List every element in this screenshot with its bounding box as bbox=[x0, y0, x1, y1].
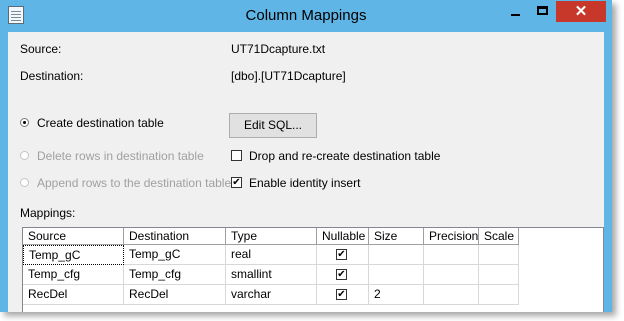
column-mappings-window: Column Mappings ✕ Source: UT71Dcapture.t… bbox=[0, 0, 612, 312]
create-table-radio[interactable] bbox=[20, 118, 29, 127]
column-header-nullable[interactable]: Nullable bbox=[317, 228, 369, 245]
drop-recreate-checkbox[interactable] bbox=[231, 150, 242, 161]
cell-precision[interactable] bbox=[424, 265, 479, 285]
cell-source[interactable]: RecDel bbox=[23, 285, 124, 305]
append-rows-radio[interactable] bbox=[20, 178, 29, 187]
cell-nullable[interactable]: ✔ bbox=[317, 265, 369, 285]
nullable-checkbox[interactable]: ✔ bbox=[336, 289, 347, 300]
destination-value: [dbo].[UT71Dcapture] bbox=[231, 69, 346, 83]
cell-destination[interactable]: Temp_gC bbox=[124, 245, 226, 265]
destination-label: Destination: bbox=[20, 69, 84, 83]
cell-scale[interactable] bbox=[479, 245, 519, 265]
delete-rows-label[interactable]: Delete rows in destination table bbox=[37, 149, 204, 163]
cell-scale[interactable] bbox=[479, 265, 519, 285]
close-button[interactable]: ✕ bbox=[556, 1, 606, 22]
source-label: Source: bbox=[20, 42, 62, 56]
cell-nullable[interactable]: ✔ bbox=[317, 245, 369, 265]
edit-sql-button[interactable]: Edit SQL... bbox=[229, 113, 317, 138]
cell-precision[interactable] bbox=[424, 285, 479, 305]
cell-type[interactable]: real bbox=[226, 245, 317, 265]
column-header-size[interactable]: Size bbox=[369, 228, 424, 245]
mappings-grid[interactable]: Source Destination Type Nullable Size Pr… bbox=[22, 227, 604, 312]
source-value: UT71Dcapture.txt bbox=[231, 42, 326, 56]
cell-nullable[interactable]: ✔ bbox=[317, 285, 369, 305]
cell-size[interactable] bbox=[369, 265, 424, 285]
cell-precision[interactable] bbox=[424, 245, 479, 265]
title-bar[interactable]: Column Mappings ✕ bbox=[0, 0, 612, 32]
nullable-checkbox[interactable]: ✔ bbox=[336, 269, 347, 280]
cell-size[interactable]: 2 bbox=[369, 285, 424, 305]
cell-scale[interactable] bbox=[479, 285, 519, 305]
minimize-button[interactable] bbox=[502, 1, 529, 22]
column-header-scale[interactable]: Scale bbox=[479, 228, 519, 245]
cell-type[interactable]: smallint bbox=[226, 265, 317, 285]
column-header-type[interactable]: Type bbox=[226, 228, 317, 245]
delete-rows-radio[interactable] bbox=[20, 151, 29, 160]
column-header-source[interactable]: Source bbox=[23, 228, 124, 245]
identity-insert-checkbox[interactable]: ✔ bbox=[231, 177, 242, 188]
cell-source[interactable]: Temp_gC bbox=[23, 245, 124, 265]
dialog-body: Source: UT71Dcapture.txt Destination: [d… bbox=[8, 32, 604, 312]
create-table-label[interactable]: Create destination table bbox=[37, 116, 164, 130]
mappings-label: Mappings: bbox=[20, 206, 76, 220]
cell-destination[interactable]: RecDel bbox=[124, 285, 226, 305]
cell-destination[interactable]: Temp_cfg bbox=[124, 265, 226, 285]
maximize-button[interactable] bbox=[529, 1, 556, 22]
column-header-destination[interactable]: Destination bbox=[124, 228, 226, 245]
identity-insert-label[interactable]: Enable identity insert bbox=[249, 176, 360, 190]
drop-recreate-label[interactable]: Drop and re-create destination table bbox=[249, 149, 440, 163]
cell-type[interactable]: varchar bbox=[226, 285, 317, 305]
cell-source[interactable]: Temp_cfg bbox=[23, 265, 124, 285]
nullable-checkbox[interactable]: ✔ bbox=[336, 249, 347, 260]
column-header-precision[interactable]: Precision bbox=[424, 228, 479, 245]
cell-size[interactable] bbox=[369, 245, 424, 265]
append-rows-label[interactable]: Append rows to the destination table bbox=[37, 176, 231, 190]
